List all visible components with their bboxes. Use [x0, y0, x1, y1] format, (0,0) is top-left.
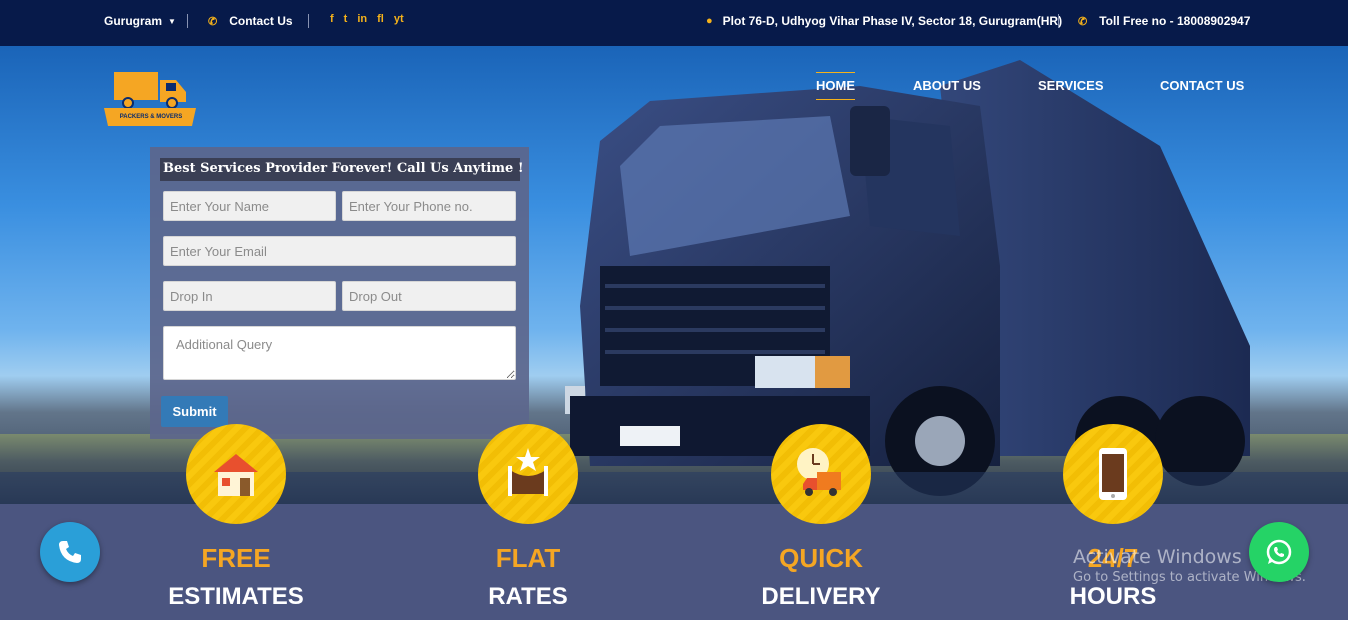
feature-quick-delivery	[771, 424, 871, 524]
flickr-icon[interactable]: fl	[377, 13, 384, 25]
contact-label: Contact Us	[229, 14, 293, 28]
toll-free[interactable]: ✆ Toll Free no - 18008902947	[1078, 14, 1250, 28]
feature-subtitle: HOURS	[1069, 583, 1157, 610]
city-label: Gurugram	[104, 14, 163, 28]
feature-subtitle: DELIVERY	[761, 583, 881, 610]
feature-subtitle: RATES	[488, 583, 568, 610]
clock-truck-icon	[797, 448, 841, 496]
logo[interactable]	[104, 70, 196, 130]
youtube-icon[interactable]: yt	[394, 13, 404, 25]
facebook-icon[interactable]: f	[330, 13, 334, 25]
call-button[interactable]	[40, 522, 100, 582]
house-icon	[214, 454, 258, 496]
whatsapp-icon	[1266, 539, 1292, 565]
feature-title: FLAT	[495, 543, 561, 573]
feature-24-7-hours	[1063, 424, 1163, 524]
linkedin-icon[interactable]: in	[357, 13, 367, 25]
drop-in-input[interactable]	[163, 281, 336, 311]
submit-button[interactable]: Submit	[161, 396, 228, 427]
top-bar: Gurugram ▼ ✆ Contact Us f t in fl yt ● P…	[0, 0, 1348, 46]
toll-free-text: Toll Free no - 18008902947	[1099, 14, 1251, 28]
map-marker-icon: ●	[706, 15, 713, 27]
whatsapp-button[interactable]	[1249, 522, 1309, 582]
divider	[1058, 14, 1059, 28]
phone-icon: ✆	[1078, 15, 1088, 28]
phone-input[interactable]	[342, 191, 516, 221]
nav-services[interactable]: SERVICES	[1038, 78, 1104, 93]
truck-image	[565, 60, 1250, 496]
feature-title: FREE	[201, 543, 271, 573]
feature-free-estimates	[186, 424, 286, 524]
drop-out-input[interactable]	[342, 281, 516, 311]
contact-link[interactable]: ✆ Contact Us	[208, 14, 293, 28]
phone-icon	[59, 541, 81, 563]
divider	[187, 14, 188, 28]
feature-subtitle: ESTIMATES	[168, 583, 304, 610]
nav-about-us[interactable]: ABOUT US	[913, 78, 981, 93]
name-input[interactable]	[163, 191, 336, 221]
twitter-icon[interactable]: t	[344, 13, 348, 25]
query-textarea[interactable]	[163, 326, 516, 380]
address-text: Plot 76-D, Udhyog Vihar Phase IV, Sector…	[722, 14, 1063, 28]
star-podium-icon	[508, 448, 548, 496]
caret-down-icon: ▼	[168, 16, 176, 26]
feature-flat-rates	[478, 424, 578, 524]
email-input[interactable]	[163, 236, 516, 266]
nav-contact-us[interactable]: CONTACT US	[1160, 78, 1244, 93]
divider	[308, 14, 309, 28]
phone-ring-icon: ✆	[208, 15, 218, 28]
nav-home[interactable]: HOME	[816, 72, 855, 100]
feature-title: QUICK	[779, 543, 863, 573]
smartphone-icon	[1099, 448, 1127, 500]
form-title: Best Services Provider Forever! Call Us …	[160, 158, 524, 181]
logo-text: PACKERS & MOVERS	[119, 114, 183, 120]
address: ● Plot 76-D, Udhyog Vihar Phase IV, Sect…	[706, 14, 1062, 28]
city-selector[interactable]: Gurugram ▼	[104, 14, 176, 28]
social-links: f t in fl yt	[330, 13, 404, 25]
